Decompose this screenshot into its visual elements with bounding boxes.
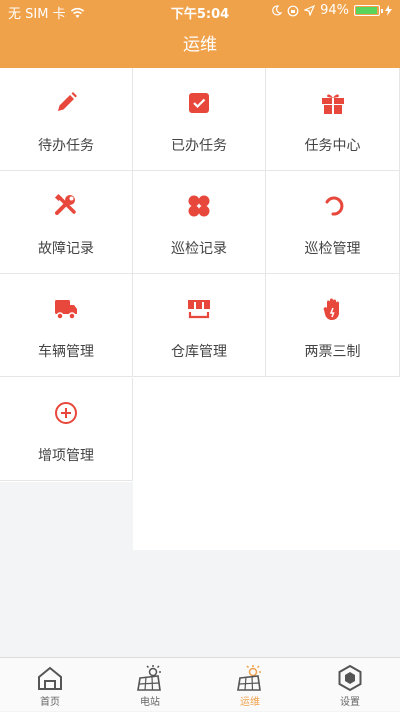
menu-item-label: 故障记录 (38, 241, 94, 257)
menu-item-label: 任务中心 (304, 138, 361, 154)
warehouse-icon (188, 300, 210, 319)
menu-item-pending-tasks[interactable]: 待办任务 (0, 68, 133, 171)
menu-item-label: 待办任务 (38, 138, 94, 154)
rotation-lock-icon (287, 5, 299, 16)
tab-label: 运维 (240, 697, 260, 708)
menu-item-label: 已办任务 (171, 138, 227, 154)
battery-percent: 94% (320, 3, 349, 18)
page-title: 运维 (183, 35, 217, 55)
solar-station-icon (137, 665, 161, 691)
tab-power-station[interactable]: 电站 (100, 658, 200, 712)
menu-item-extra-items-management[interactable]: 增项管理 (0, 378, 133, 481)
tab-settings[interactable]: 设置 (300, 658, 400, 712)
tab-home[interactable]: 首页 (0, 658, 100, 712)
loading-arc-icon (325, 196, 343, 216)
checkbox-icon (189, 93, 209, 113)
menu-item-label: 两票三制 (304, 344, 361, 360)
tab-bar: 首页 电站 运维 设置 (0, 657, 400, 711)
moon-icon (272, 5, 283, 16)
hand-icon (323, 298, 339, 321)
menu-item-label: 巡检管理 (304, 241, 361, 257)
menu-item-label: 增项管理 (38, 448, 94, 464)
truck-icon (55, 300, 77, 320)
status-bar: 无 SIM 卡 下午5:04 94% (0, 0, 400, 22)
pencil-icon (58, 92, 77, 111)
tab-label: 电站 (140, 697, 160, 708)
nav-bar: 运维 (0, 22, 400, 68)
plus-circle-icon (55, 402, 77, 424)
tab-label: 首页 (40, 697, 60, 708)
menu-item-inspection-management[interactable]: 巡检管理 (266, 171, 400, 274)
gift-icon (321, 94, 344, 114)
solar-station-icon (237, 665, 261, 691)
tab-label: 设置 (340, 697, 360, 708)
four-circles-icon (188, 195, 210, 217)
tab-operations[interactable]: 运维 (200, 658, 300, 712)
wrench-screwdriver-icon (54, 193, 76, 215)
home-icon (38, 666, 62, 690)
menu-item-label: 巡检记录 (171, 241, 227, 257)
hexagon-settings-icon (338, 664, 362, 692)
menu-item-warehouse-management[interactable]: 仓库管理 (133, 274, 266, 377)
battery-icon (354, 5, 383, 16)
menu-item-fault-records[interactable]: 故障记录 (0, 171, 133, 274)
menu-item-label: 车辆管理 (38, 344, 94, 360)
menu-item-inspection-records[interactable]: 巡检记录 (133, 171, 266, 274)
location-icon (304, 5, 316, 16)
menu-item-vehicle-management[interactable]: 车辆管理 (0, 274, 133, 377)
menu-grid: 待办任务 已办任务 任务中心 故障记录 巡检记录 巡检管理 车辆管理 仓库管理 … (0, 68, 400, 550)
empty-cell-area (133, 446, 400, 550)
charging-icon (385, 5, 392, 16)
menu-item-label: 仓库管理 (171, 344, 227, 360)
menu-item-task-center[interactable]: 任务中心 (266, 68, 400, 171)
menu-item-done-tasks[interactable]: 已办任务 (133, 68, 266, 171)
menu-item-two-tickets-three-systems[interactable]: 两票三制 (266, 274, 400, 377)
